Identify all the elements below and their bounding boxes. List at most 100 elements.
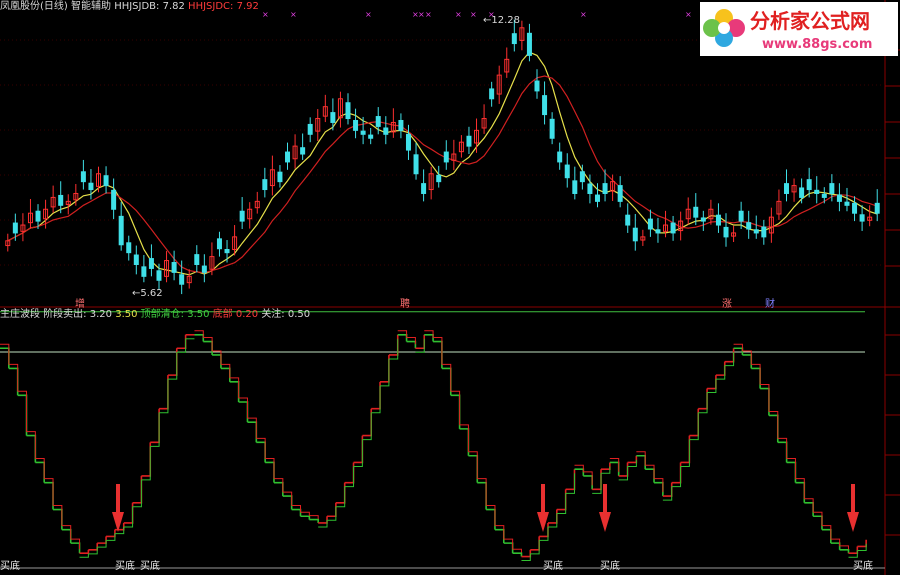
x-marker: × xyxy=(470,10,477,19)
x-marker: × xyxy=(455,10,462,19)
wave-step-shadow xyxy=(698,392,708,414)
x-marker: × xyxy=(418,10,425,19)
candle-body xyxy=(549,118,555,139)
wave-step-shadow xyxy=(592,473,602,494)
wave-step xyxy=(194,334,205,342)
wave-step-shadow xyxy=(671,466,682,488)
wave-step xyxy=(335,482,346,504)
wave-step-shadow xyxy=(645,464,655,479)
wave-step xyxy=(362,408,373,437)
candlesticks xyxy=(5,19,880,295)
wave-step xyxy=(777,441,788,463)
wave-step xyxy=(238,401,249,423)
wave-step xyxy=(176,334,187,350)
wave-step-shadow xyxy=(300,511,310,516)
wave-step xyxy=(0,347,10,369)
candle-body xyxy=(413,154,419,175)
wave-step xyxy=(433,340,443,369)
candle-body xyxy=(277,171,283,183)
wave-step xyxy=(371,381,381,410)
wave-step-shadow xyxy=(583,471,593,486)
stage-sell-value: 3.20 xyxy=(89,309,113,320)
moving-averages xyxy=(7,51,878,276)
second-value: 3.50 xyxy=(115,309,138,320)
top-clear-value: 3.50 xyxy=(187,309,210,320)
event-marker: 增 xyxy=(75,299,85,310)
wave-step-shadow xyxy=(654,478,664,493)
wave-step xyxy=(123,502,134,524)
candle-body xyxy=(148,258,154,269)
focus-value: 0.50 xyxy=(287,309,311,320)
wave-step xyxy=(159,375,169,410)
buy-arrow-shaft xyxy=(541,484,545,514)
wave-step xyxy=(256,441,266,463)
wave-step-shadow xyxy=(388,338,399,360)
candle-body xyxy=(171,262,177,273)
wave-step xyxy=(415,334,426,350)
candle-body xyxy=(156,270,162,281)
wave-step xyxy=(830,542,841,550)
wave-step-shadow xyxy=(494,525,505,540)
panel-name: 主庄波段 xyxy=(0,309,40,320)
logo-text: 分析家公式网 xyxy=(750,9,870,33)
wave-step xyxy=(795,481,806,503)
wave-step-shadow xyxy=(176,338,187,353)
wave-step xyxy=(707,375,717,390)
wave-step xyxy=(468,454,479,483)
wave-step-shadow xyxy=(327,506,337,521)
candle-body xyxy=(443,151,449,163)
wave-step xyxy=(300,515,311,520)
wave-step xyxy=(768,414,779,443)
wave-step xyxy=(857,539,867,548)
candle-body xyxy=(602,183,608,194)
wave-step xyxy=(760,387,770,416)
wave-step-shadow xyxy=(813,511,823,526)
wave-step xyxy=(804,502,814,517)
wave-step-shadow xyxy=(707,379,717,394)
wave-step-shadow xyxy=(618,466,629,481)
candle-body xyxy=(489,88,495,100)
high-price-annotation: ←12.28 xyxy=(483,15,521,26)
candle-body xyxy=(799,187,805,198)
bottom-label: 底部 xyxy=(212,309,233,320)
wave-step xyxy=(715,361,726,376)
wave-step xyxy=(273,481,284,497)
wave-step-shadow xyxy=(220,363,231,378)
wave-step xyxy=(494,528,505,544)
candle-body xyxy=(783,183,789,194)
logo-url: www.88gs.com xyxy=(762,37,872,52)
wave-step-shadow xyxy=(715,365,726,380)
wave-step-shadow xyxy=(70,538,81,550)
candle-body xyxy=(262,179,268,191)
wave-step xyxy=(8,367,19,396)
wave-step xyxy=(220,367,231,382)
wave-step xyxy=(132,475,143,504)
wave-step xyxy=(848,546,859,554)
wave-step-shadow xyxy=(724,352,735,367)
wave-step-shadow xyxy=(247,417,257,439)
wave-step xyxy=(344,462,355,484)
wave-step-shadow xyxy=(786,457,796,479)
wave-step xyxy=(724,348,735,363)
candle-body xyxy=(436,174,442,183)
wave-step-shadow xyxy=(547,513,558,528)
candle-body xyxy=(753,229,759,234)
candle-body xyxy=(118,215,124,246)
wave-step-shadow xyxy=(265,457,275,479)
wave-step-shadow xyxy=(503,538,514,550)
wave-step xyxy=(521,549,532,558)
wave-step xyxy=(291,508,302,517)
wave-step xyxy=(503,542,514,554)
candle-body xyxy=(647,218,653,230)
wave-step-shadow xyxy=(486,505,496,526)
candle-body xyxy=(632,227,638,242)
wave-step-shadow xyxy=(159,379,169,414)
wave-step-shadow xyxy=(212,350,222,365)
candle-body xyxy=(746,222,752,230)
wave-step xyxy=(327,502,337,518)
wave-step xyxy=(698,388,708,410)
ma-long-line xyxy=(7,75,878,274)
candle-body xyxy=(398,119,404,131)
candle-body xyxy=(353,119,359,131)
buy-arrow-shaft xyxy=(603,484,607,514)
